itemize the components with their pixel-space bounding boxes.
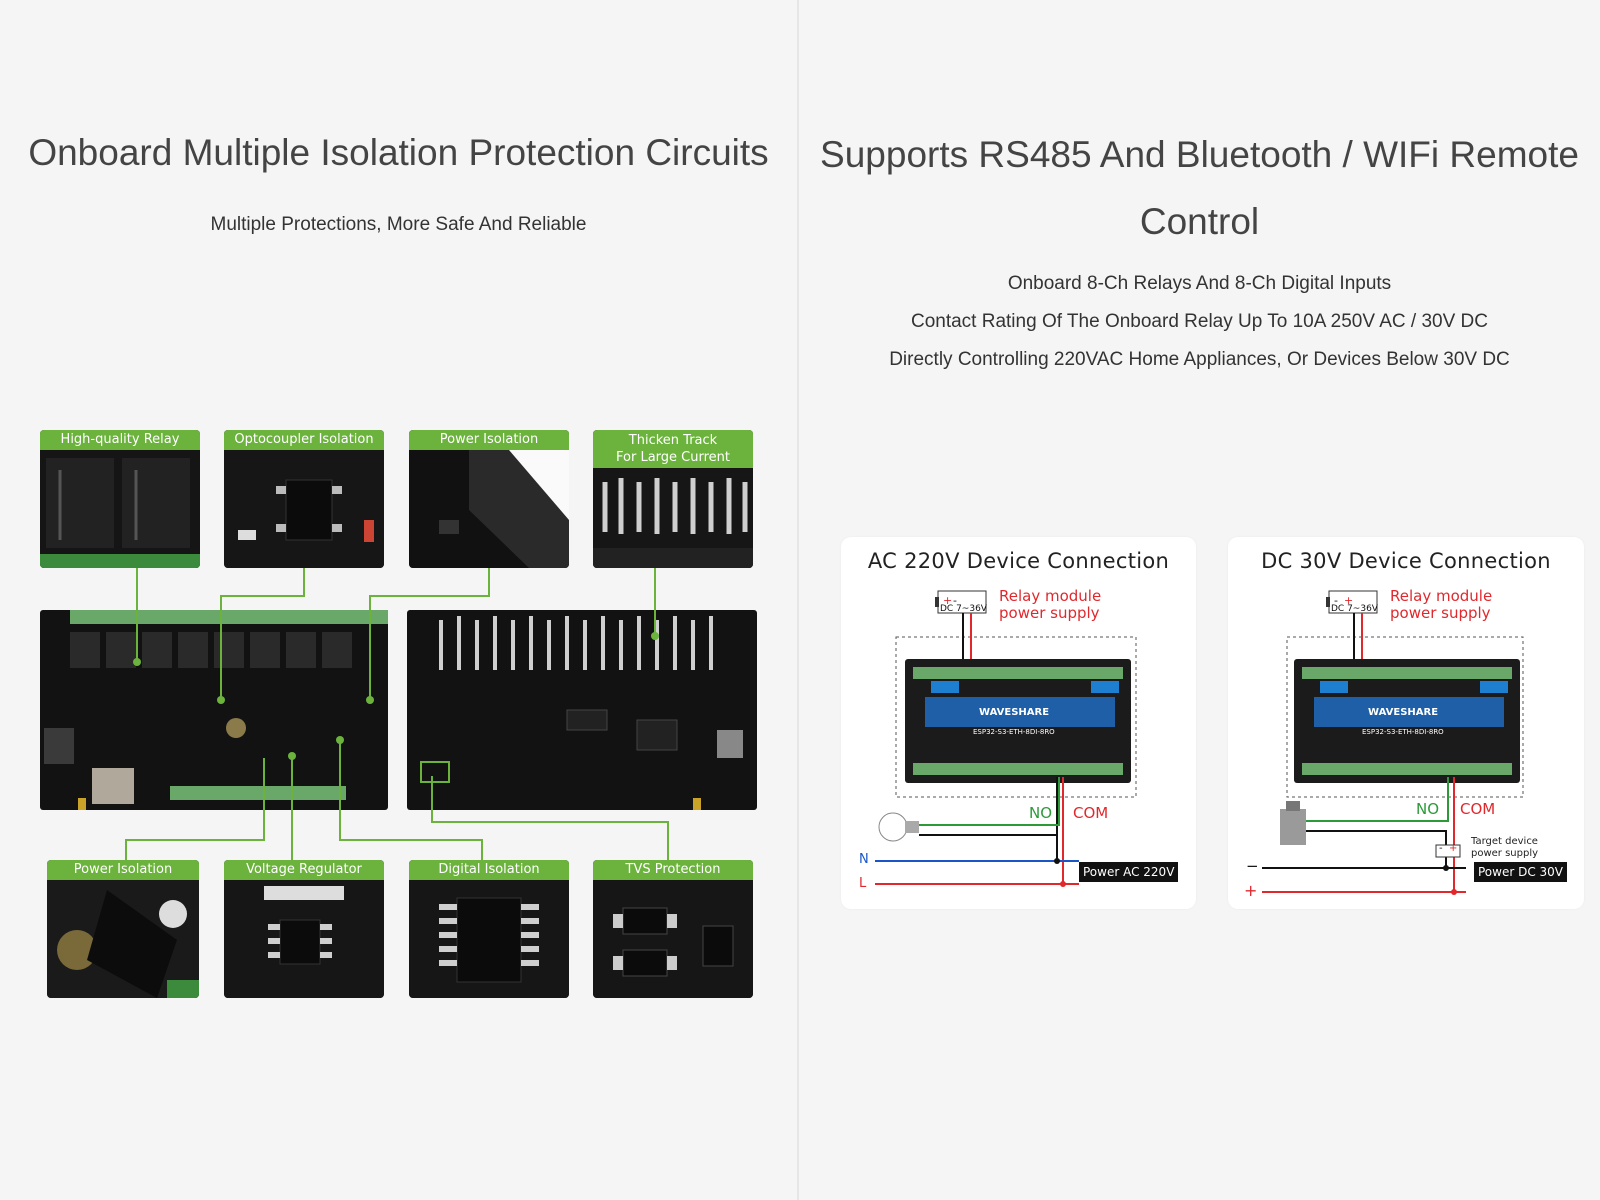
dc-power-label: Power DC 30V — [1474, 862, 1568, 882]
feature-label: Digital Isolation — [409, 860, 569, 880]
feature-line-1: Onboard 8-Ch Relays And 8-Ch Digital Inp… — [1007, 273, 1392, 294]
dc-relay-label-2: power supply — [1390, 604, 1491, 622]
feature-power-isolation-bottom: Power Isolation — [47, 860, 199, 998]
power-isolation-2-image — [47, 880, 199, 998]
dc-target-minus: - — [1439, 843, 1443, 854]
ac-relay-label-2: power supply — [999, 604, 1100, 622]
ac-device-brand: WAVESHARE — [979, 707, 1050, 718]
dc-psu-label: DC 7~36V — [1331, 604, 1378, 614]
callout-lines — [125, 568, 669, 860]
ac-com-label: COM — [1073, 804, 1109, 822]
feature-tvs-protection: TVS Protection — [593, 860, 753, 998]
feature-digital-isolation: Digital Isolation — [409, 860, 569, 998]
ac-no-label: NO — [1029, 804, 1053, 822]
dc-minus-label: − — [1246, 857, 1259, 875]
ac-psu-label: DC 7~36V — [940, 604, 987, 614]
digital-isolation-image — [409, 880, 569, 998]
ac-power-label: Power AC 220V — [1079, 862, 1179, 882]
feature-label: Voltage Regulator — [224, 860, 384, 880]
ac-relay-label-1: Relay module — [999, 587, 1102, 605]
dc-no-label: NO — [1416, 800, 1440, 818]
dc-plus-label: + — [1244, 881, 1258, 900]
right-title-line1: Supports RS485 And Bluetooth / WIFi Remo… — [820, 134, 1579, 175]
feature-label: TVS Protection — [593, 860, 753, 880]
dc-relay-label-1: Relay module — [1390, 587, 1493, 605]
feature-line-2: Contact Rating Of The Onboard Relay Up T… — [910, 311, 1488, 332]
dc-device-model: ESP32-S3-ETH-8DI-8RO — [1362, 728, 1444, 736]
dc-connection-card: DC 30V Device Connection - + DC 7~36V Re… — [1228, 537, 1584, 909]
left-panel: Onboard Multiple Isolation Protection Ci… — [0, 0, 797, 1200]
ac-connection-card: AC 220V Device Connection + - DC 7~36V R… — [841, 537, 1196, 909]
right-panel: Supports RS485 And Bluetooth / WIFi Remo… — [799, 0, 1600, 1200]
dc-target-plus: + — [1449, 843, 1458, 854]
feature-line-3: Directly Controlling 220VAC Home Applian… — [889, 349, 1510, 370]
dc-target-label-1: Target device — [1471, 836, 1538, 847]
feature-voltage-regulator: Voltage Regulator — [224, 860, 384, 998]
voltage-regulator-image — [224, 880, 384, 998]
ac-n-label: N — [859, 852, 869, 867]
feature-label: Power Isolation — [47, 860, 199, 880]
tvs-protection-image — [593, 880, 753, 998]
ac-l-label: L — [859, 876, 867, 891]
right-title-line2: Control — [1139, 201, 1260, 242]
ac-device-model: ESP32-S3-ETH-8DI-8RO — [973, 728, 1055, 736]
dc-com-label: COM — [1460, 800, 1496, 818]
dc-target-label-2: power supply — [1471, 848, 1539, 859]
dc-device-brand: WAVESHARE — [1368, 707, 1439, 718]
